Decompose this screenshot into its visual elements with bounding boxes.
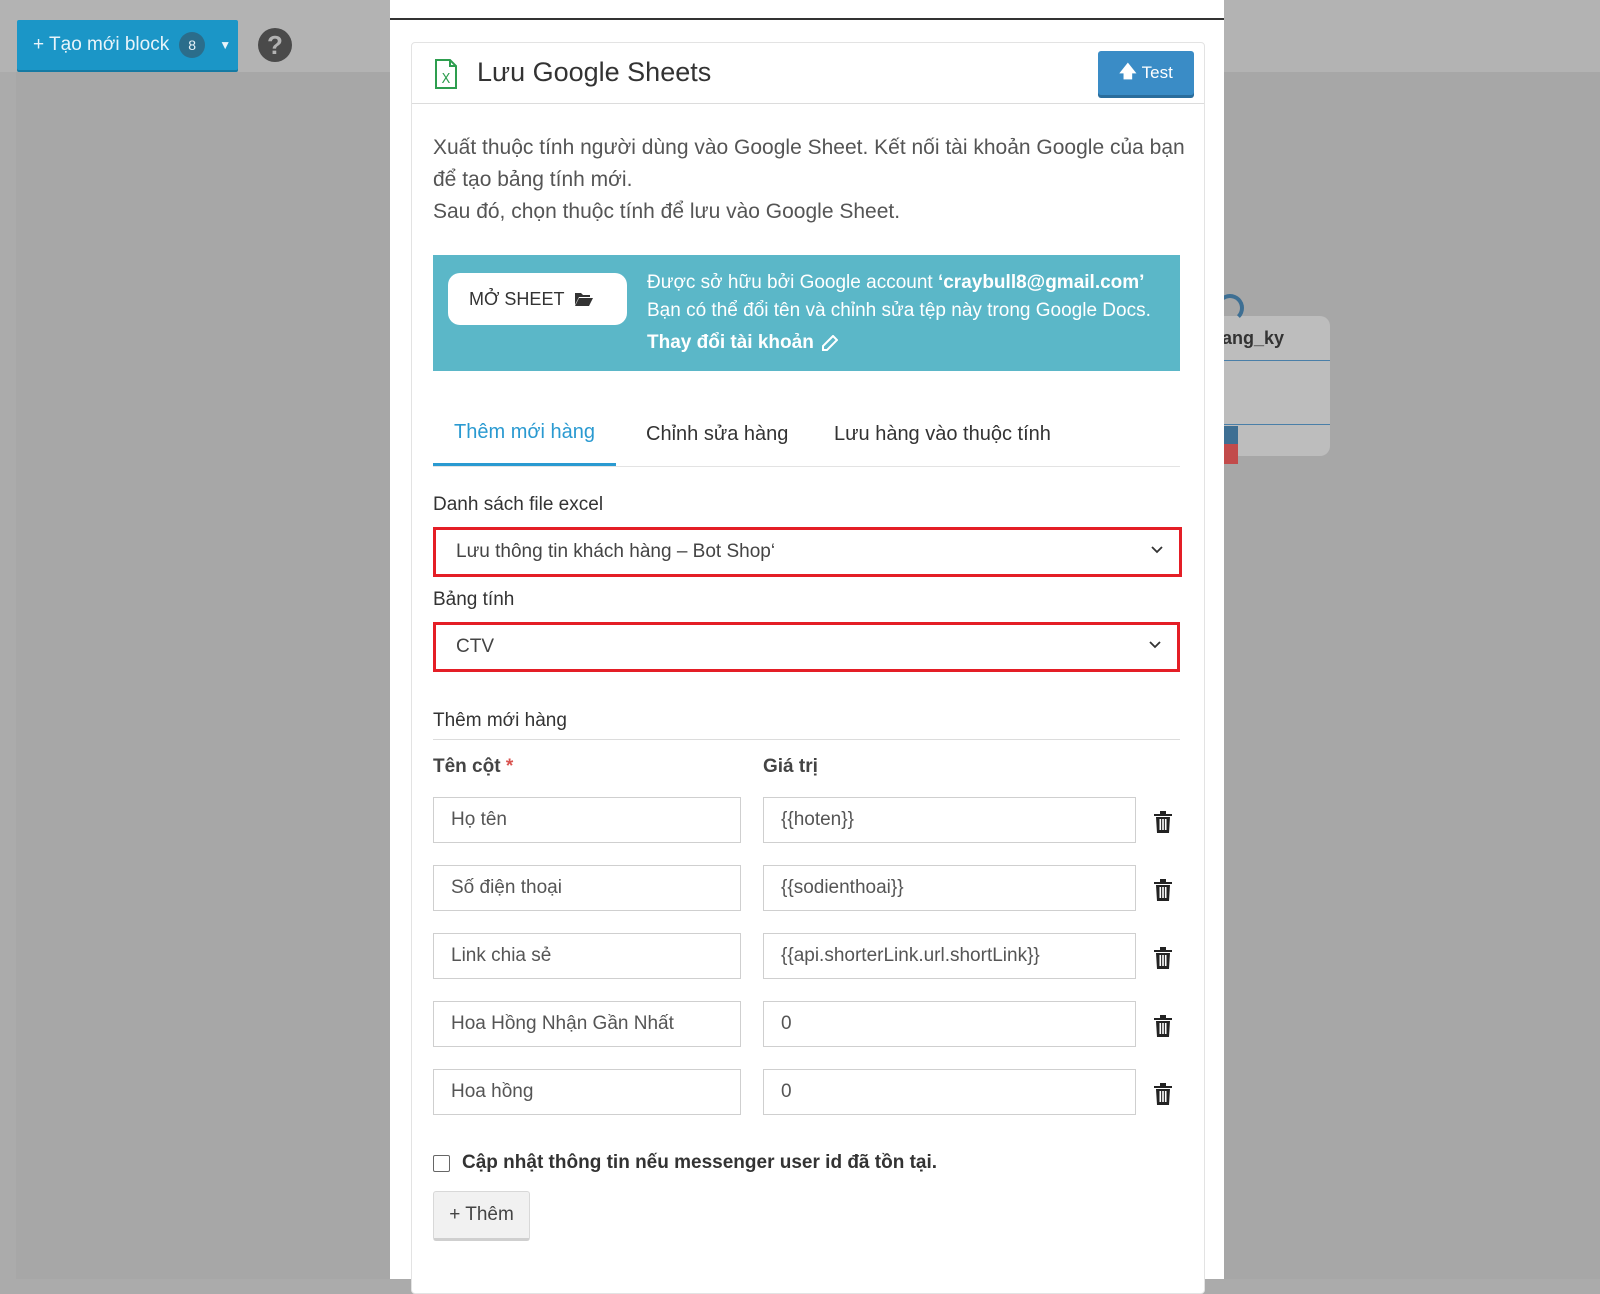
tab-edit-row[interactable]: Chỉnh sửa hàng — [646, 402, 788, 466]
column-value-header: Giá trị — [763, 756, 818, 777]
section-title: Thêm mới hàng — [433, 710, 567, 731]
trash-icon[interactable] — [1153, 1015, 1173, 1037]
file-select-value: Lưu thông tin khách hàng – Bot Shop‘ — [456, 541, 776, 562]
divider — [433, 739, 1180, 740]
column-name-input[interactable]: Họ tên — [433, 797, 741, 843]
test-button[interactable]: 🡅 Test — [1098, 51, 1194, 95]
svg-text:X: X — [442, 72, 451, 87]
owner-email: ‘craybull8@gmail.com’ — [937, 272, 1145, 293]
update-if-exists-label: Cập nhật thông tin nếu messenger user id… — [462, 1152, 938, 1173]
node-title: ang_ky — [1222, 328, 1285, 348]
account-info-text: Được sở hữu bởi Google account ‘craybull… — [647, 269, 1151, 357]
column-name-input[interactable]: Số điện thoại — [433, 865, 741, 911]
tab-save-row-to-attribute[interactable]: Lưu hàng vào thuộc tính — [834, 402, 1051, 466]
tab-bar: Thêm mới hàng Chỉnh sửa hàng Lưu hàng và… — [433, 402, 1180, 467]
create-block-label: + Tạo mới block — [33, 34, 170, 55]
divider — [390, 18, 1224, 20]
required-mark: * — [505, 756, 514, 777]
update-if-exists-option: Cập nhật thông tin nếu messenger user id… — [433, 1152, 937, 1174]
description-line: Sau đó, chọn thuộc tính để lưu vào Googl… — [433, 200, 901, 223]
column-value-input[interactable]: {{api.shorterLink.url.shortLink}} — [763, 933, 1136, 979]
column-value-input[interactable]: 0 — [763, 1001, 1136, 1047]
open-sheet-button[interactable]: MỞ SHEET — [448, 273, 627, 325]
owner-prefix: Được sở hữu bởi Google account — [647, 272, 938, 293]
test-label: Test — [1141, 63, 1173, 82]
node-port[interactable] — [1222, 444, 1238, 464]
update-if-exists-checkbox[interactable] — [433, 1154, 450, 1172]
folder-open-icon — [575, 293, 594, 306]
help-icon[interactable]: ? — [258, 28, 292, 62]
add-row-button[interactable]: + Thêm — [433, 1191, 530, 1241]
divider — [1222, 424, 1330, 425]
sheet-select[interactable]: CTV — [433, 622, 1180, 672]
create-block-button[interactable]: + Tạo mới block 8 ▼ — [17, 20, 238, 70]
block-count-badge: 8 — [179, 32, 206, 58]
sheet-label: Bảng tính — [433, 589, 515, 610]
panel-header: X Lưu Google Sheets 🡅 Test — [412, 43, 1204, 104]
rename-hint: Bạn có thể đổi tên và chỉnh sửa tệp này … — [647, 300, 1151, 321]
change-account-link[interactable]: Thay đổi tài khoản — [647, 329, 838, 357]
column-value-input[interactable]: 0 — [763, 1069, 1136, 1115]
description-line: để tạo bảng tính mới. — [433, 168, 633, 191]
file-select[interactable]: Lưu thông tin khách hàng – Bot Shop‘ — [433, 527, 1182, 577]
description-line: Xuất thuộc tính người dùng vào Google Sh… — [433, 136, 1185, 159]
trash-icon[interactable] — [1153, 879, 1173, 901]
sheet-select-value: CTV — [456, 636, 494, 657]
account-info-box: MỞ SHEET Được sở hữu bởi Google account … — [433, 255, 1180, 371]
chevron-down-icon — [1149, 641, 1161, 649]
chevron-down-icon — [1151, 546, 1163, 554]
panel-title: Lưu Google Sheets — [477, 57, 712, 87]
divider — [1222, 360, 1330, 361]
node-port[interactable] — [1222, 426, 1238, 444]
trash-icon[interactable] — [1153, 947, 1173, 969]
open-sheet-label: MỞ SHEET — [469, 288, 565, 309]
column-name-header-text: Tên cột — [433, 756, 501, 777]
column-name-header: Tên cột * — [433, 756, 513, 778]
column-value-input[interactable]: {{hoten}} — [763, 797, 1136, 843]
panel-description: Xuất thuộc tính người dùng vào Google Sh… — [433, 132, 1185, 228]
arrow-up-icon: 🡅 — [1119, 61, 1137, 81]
excel-sheet-icon: X — [435, 59, 457, 89]
chevron-down-icon[interactable]: ▼ — [219, 38, 231, 52]
tab-add-row[interactable]: Thêm mới hàng — [433, 402, 616, 466]
pencil-icon — [821, 335, 838, 351]
column-name-input[interactable]: Link chia sẻ — [433, 933, 741, 979]
column-name-input[interactable]: Hoa Hồng Nhận Gần Nhất — [433, 1001, 741, 1047]
change-account-label: Thay đổi tài khoản — [647, 332, 814, 353]
column-value-input[interactable]: {{sodienthoai}} — [763, 865, 1136, 911]
column-name-input[interactable]: Hoa hồng — [433, 1069, 741, 1115]
trash-icon[interactable] — [1153, 1083, 1173, 1105]
file-list-label: Danh sách file excel — [433, 494, 604, 515]
trash-icon[interactable] — [1153, 811, 1173, 833]
